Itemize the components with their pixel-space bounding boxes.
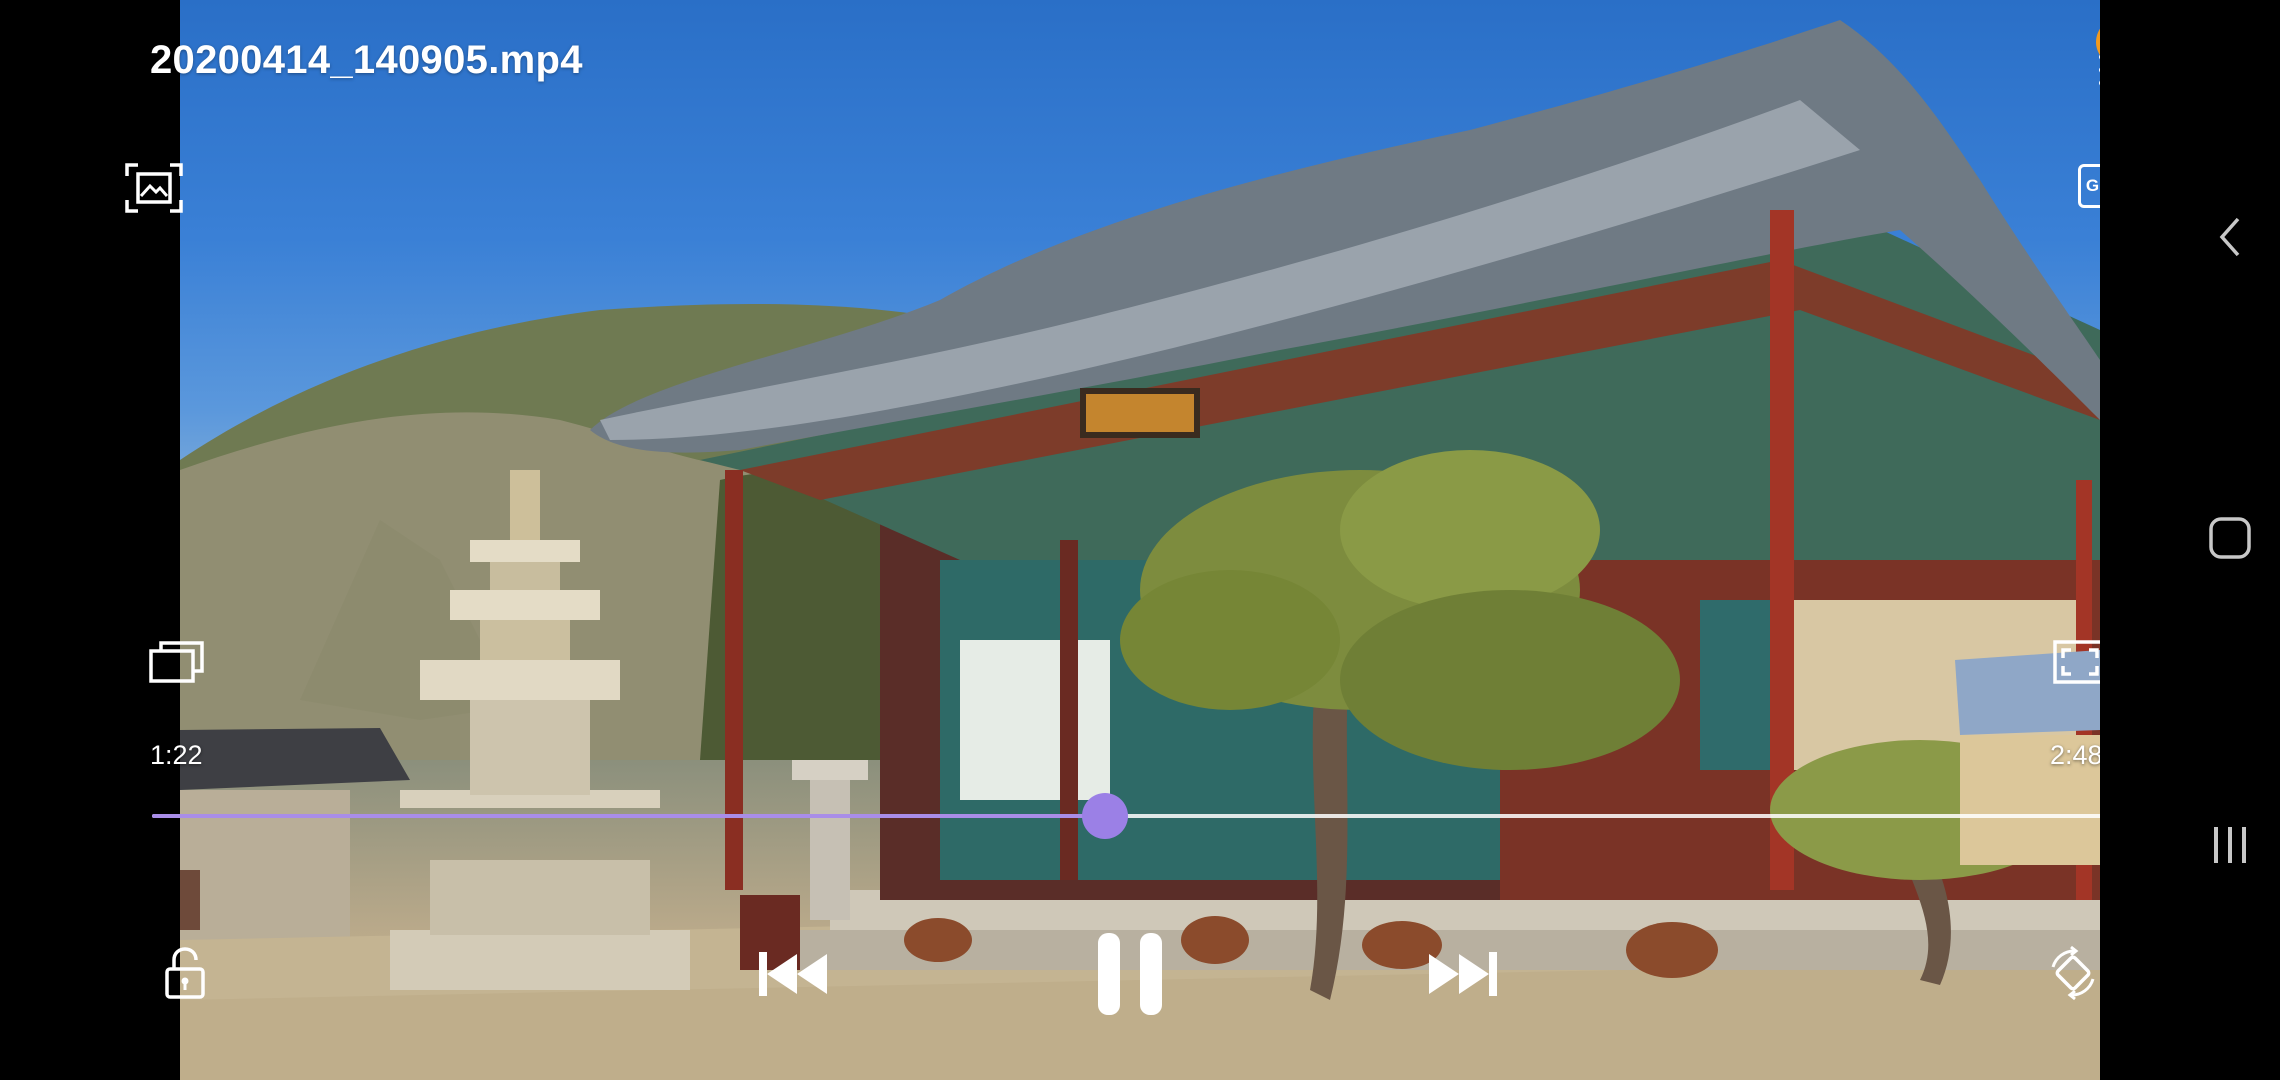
nav-recents-button[interactable] (2206, 820, 2254, 870)
total-duration: 2:48 (2050, 740, 2103, 770)
previous-button[interactable] (756, 946, 832, 1002)
skip-previous-icon (759, 952, 827, 996)
video-title: 20200414_140905.mp4 (150, 38, 583, 82)
nav-back-button[interactable] (2210, 212, 2250, 262)
recents-icon (2214, 827, 2246, 863)
system-navigation-bar (2100, 0, 2280, 1080)
capture-image-icon (125, 163, 183, 213)
popup-view-icon (149, 641, 204, 683)
lock-button[interactable] (162, 944, 208, 1002)
back-icon (2219, 217, 2240, 257)
fullscreen-icon (2053, 640, 2107, 684)
skip-next-icon (1429, 952, 1497, 996)
seek-thumb[interactable] (1081, 793, 1128, 839)
capture-image-button[interactable] (122, 160, 186, 216)
video-frame[interactable] (180, 0, 2100, 1080)
lock-icon (165, 947, 205, 999)
home-icon (2209, 517, 2251, 559)
next-button[interactable] (1424, 946, 1500, 1002)
seek-bar[interactable] (152, 793, 2104, 839)
pause-icon (1098, 933, 1162, 1015)
elapsed-time: 1:22 (150, 740, 203, 770)
video-scene (180, 20, 2100, 1080)
rotate-icon (2051, 945, 2095, 1001)
rotate-button[interactable] (2044, 944, 2102, 1002)
seek-progress (152, 814, 1105, 818)
pause-button[interactable] (1090, 930, 1170, 1018)
popup-view-button[interactable] (148, 638, 206, 686)
video-player-screen: 20200414_140905.mp4 N GIF 1:22 2:48 (0, 0, 2280, 1080)
nav-home-button[interactable] (2206, 512, 2254, 564)
